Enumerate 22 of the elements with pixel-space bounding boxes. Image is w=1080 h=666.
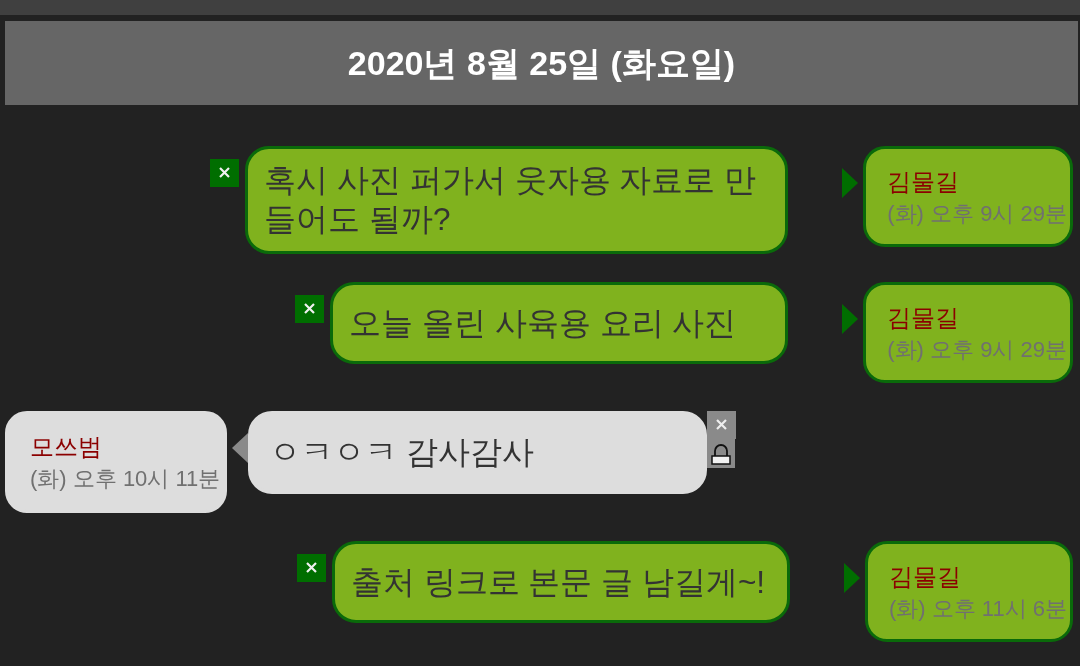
triangle-icon — [843, 563, 860, 593]
triangle-icon — [232, 433, 249, 463]
message-text: 오늘 올린 사육용 요리 사진 — [349, 303, 737, 343]
triangle-icon — [842, 304, 859, 334]
message-text: ㅇㅋㅇㅋ 감사감사 — [269, 433, 535, 472]
sender-name: 모쓰범 — [30, 432, 103, 462]
message-time: (화) 오후 10시 11분 — [30, 465, 221, 493]
close-icon[interactable] — [295, 295, 325, 323]
close-icon[interactable] — [707, 411, 737, 439]
sender-name: 김물길 — [888, 562, 962, 592]
message-text: 혹시 사진 퍼가서 웃자용 자료로 만들어도 될까? — [264, 161, 758, 239]
sender-name: 김물길 — [887, 167, 961, 197]
message-time: (화) 오후 9시 29분 — [887, 336, 1067, 364]
close-icon[interactable] — [296, 554, 326, 582]
sender-name: 김물길 — [887, 303, 961, 333]
triangle-icon — [842, 168, 859, 198]
lock-icon[interactable] — [707, 439, 736, 468]
message-text: 출처 링크로 본문 글 남길게~! — [350, 562, 766, 602]
close-icon[interactable] — [210, 159, 240, 187]
message-time: (화) 오후 11시 6분 — [888, 595, 1067, 623]
message-time: (화) 오후 9시 29분 — [887, 200, 1067, 228]
date-title: 2020년 8월 25일 (화요일) — [347, 43, 736, 84]
